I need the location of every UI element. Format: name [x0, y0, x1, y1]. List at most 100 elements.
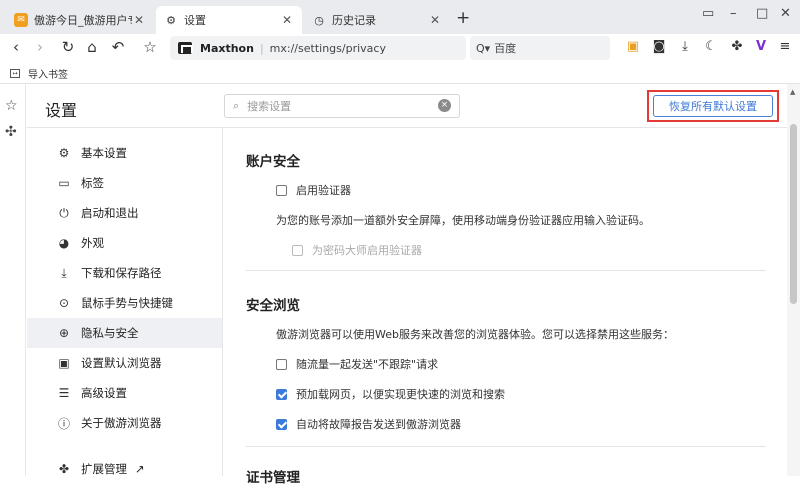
import-bookmarks-button[interactable]: ↦ 导入书签 [10, 66, 68, 81]
close-tab-icon[interactable]: ✕ [428, 13, 442, 27]
reload-icon[interactable]: ↻ [58, 38, 78, 56]
minimize-button[interactable]: – [730, 6, 737, 21]
url-separator: | [259, 41, 264, 55]
do-not-track-checkbox[interactable] [276, 358, 287, 370]
crash-report-row[interactable]: 自动将故障报告发送到傲游浏览器 [276, 416, 461, 432]
settings-nav-item[interactable]: ⏻ 启动和退出 [27, 198, 222, 228]
password-master-label: 为密码大师启用验证器 [312, 244, 422, 257]
gear-icon: ⚙ [58, 146, 70, 160]
camera-icon[interactable]: ◙ [650, 39, 668, 54]
settings-nav-label: 外观 [81, 236, 104, 250]
preload-label: 预加载网页，以便实现更快速的浏览和搜索 [296, 388, 505, 401]
settings-nav-item[interactable]: ⊙ 鼠标手势与快捷键 [27, 288, 222, 318]
settings-search-input[interactable]: ⌕ 搜索设置 × [224, 94, 460, 118]
new-tab-button[interactable]: + [456, 8, 470, 28]
settings-nav-item[interactable]: ▭ 标签 [27, 168, 222, 198]
extensions-sidebar-icon[interactable]: ✣ [5, 124, 17, 140]
forward-button[interactable]: › [30, 38, 50, 56]
bookmarks-bar: ↦ 导入书签 [0, 62, 800, 84]
settings-nav-item[interactable]: ⚙ 基本设置 [27, 138, 222, 168]
favorite-star-icon[interactable]: ☆ [140, 38, 160, 56]
settings-nav-item[interactable]: ⊕ 隐私与安全 [27, 318, 222, 348]
vip-icon[interactable]: V [752, 39, 770, 54]
settings-header: 设置 ⌕ 搜索设置 × 恢复所有默认设置 [27, 84, 787, 128]
settings-nav-label: 隐私与安全 [81, 326, 139, 340]
palette-icon: ◕ [58, 236, 70, 250]
password-master-checkbox [292, 244, 303, 256]
settings-nav-item[interactable]: ⤓ 下载和保存路径 [27, 258, 222, 288]
scrollbar[interactable]: ▲ [787, 84, 800, 476]
tab-bar: ✉ 傲游今日_傲游用户专属 ✕ ⚙ 设置 ✕ ◷ 历史记录 ✕ + ▭ – □ … [0, 0, 800, 34]
safe-browsing-heading: 安全浏览 [246, 298, 300, 314]
authenticator-checkbox-row[interactable]: 启用验证器 [276, 182, 351, 198]
download-folder-icon: ⤓ [61, 265, 67, 280]
password-master-checkbox-row: 为密码大师启用验证器 [292, 242, 422, 258]
search-engine-box[interactable]: Q▾ 百度 [470, 36, 610, 60]
close-window-button[interactable]: ✕ [780, 6, 791, 21]
download-icon[interactable]: ⤓ [676, 39, 694, 54]
home-icon[interactable]: ⌂ [82, 38, 102, 56]
settings-nav-item[interactable]: ▣ 设置默认浏览器 [27, 348, 222, 378]
certificate-heading: 证书管理 [246, 470, 300, 486]
settings-nav-item[interactable]: ◕ 外观 [27, 228, 222, 258]
mouse-icon: ⊙ [58, 296, 70, 310]
tab-settings[interactable]: ⚙ 设置 ✕ [156, 6, 302, 34]
close-tab-icon[interactable]: ✕ [280, 13, 294, 27]
back-button[interactable]: ‹ [6, 38, 26, 56]
settings-nav-item[interactable]: ⓘ 关于傲游浏览器 [27, 408, 222, 438]
search-engine-selector[interactable]: Q▾ [476, 42, 490, 55]
import-icon: ↦ [10, 69, 20, 78]
do-not-track-label: 随流量一起发送"不跟踪"请求 [296, 358, 439, 371]
scroll-up-icon[interactable]: ▲ [790, 88, 795, 96]
preload-checkbox[interactable] [276, 388, 287, 400]
restore-defaults-button[interactable]: 恢复所有默认设置 [653, 95, 773, 117]
left-sidebar: ☆ ✣ [0, 84, 26, 476]
settings-nav-label: 设置默认浏览器 [81, 356, 162, 370]
settings-nav-item[interactable]: ✤ 扩展管理 ↗ [27, 454, 222, 484]
crash-report-label: 自动将故障报告发送到傲游浏览器 [296, 418, 461, 431]
safe-browsing-description: 傲游浏览器可以使用Web服务来改善您的浏览器体验。您可以选择禁用这些服务： [276, 328, 674, 341]
scrollbar-thumb[interactable] [790, 124, 797, 304]
night-mode-icon[interactable]: ☾ [702, 39, 720, 54]
authenticator-description: 为您的账号添加一道额外安全屏障，使用移动端身份验证器应用输入验证码。 [276, 214, 650, 227]
tab-icon: ▭ [58, 176, 70, 190]
browser-icon: ▣ [58, 356, 70, 370]
maximize-button[interactable]: □ [756, 6, 768, 21]
tab-title: 历史记录 [332, 14, 376, 27]
maxthon-logo-icon [178, 42, 193, 54]
crash-report-checkbox[interactable] [276, 418, 287, 430]
settings-nav-item[interactable]: ☰ 高级设置 [27, 378, 222, 408]
sliders-icon: ☰ [58, 386, 70, 400]
settings-nav-label: 启动和退出 [81, 206, 139, 220]
search-engine-name: 百度 [494, 42, 517, 55]
settings-nav-label: 扩展管理 [81, 462, 127, 476]
settings-nav-label: 高级设置 [81, 386, 127, 400]
panel-icon[interactable]: ▭ [702, 6, 714, 21]
do-not-track-row[interactable]: 随流量一起发送"不跟踪"请求 [276, 356, 438, 372]
puzzle-icon: ✤ [58, 462, 70, 476]
search-placeholder: 搜索设置 [247, 100, 292, 113]
clear-search-icon[interactable]: × [438, 99, 451, 112]
authenticator-checkbox[interactable] [276, 184, 287, 196]
preload-row[interactable]: 预加载网页，以便实现更快速的浏览和搜索 [276, 386, 505, 402]
power-icon: ⏻ [59, 205, 69, 220]
address-bar[interactable]: Maxthon | mx://settings/privacy [170, 36, 466, 60]
tab-history[interactable]: ◷ 历史记录 ✕ [304, 6, 450, 34]
close-tab-icon[interactable]: ✕ [132, 13, 146, 27]
settings-nav-label: 基本设置 [81, 146, 127, 160]
extensions-icon[interactable]: ✤ [728, 39, 746, 54]
clock-icon: ◷ [314, 13, 324, 27]
section-divider [246, 270, 766, 271]
menu-icon[interactable]: ≡ [776, 39, 794, 54]
reader-icon[interactable]: ▣ [624, 39, 642, 54]
url-path: mx://settings/privacy [269, 41, 386, 55]
favorites-star-icon[interactable]: ☆ [5, 98, 18, 114]
tab-maxthon-today[interactable]: ✉ 傲游今日_傲游用户专属 ✕ [6, 6, 154, 34]
tab-title: 设置 [184, 14, 206, 27]
account-security-heading: 账户安全 [246, 154, 300, 170]
lock-icon: ⊕ [58, 326, 70, 340]
tab-title: 傲游今日_傲游用户专属 [34, 14, 132, 27]
undo-close-icon[interactable]: ↶ [108, 38, 128, 56]
section-divider [246, 446, 766, 447]
import-bookmarks-label: 导入书签 [28, 70, 68, 81]
